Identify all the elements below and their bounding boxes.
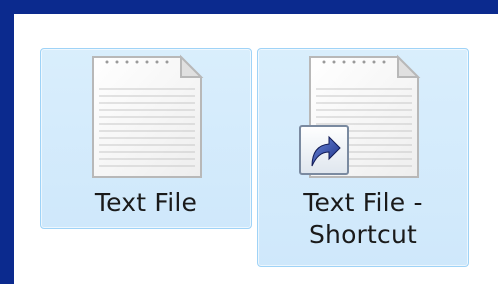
shortcut-arrow-icon <box>299 125 349 175</box>
file-item-text-file-shortcut[interactable]: Text File - Shortcut <box>257 48 469 267</box>
file-item-label: Text File <box>94 188 198 217</box>
file-item-label: Text File - Shortcut <box>258 187 468 251</box>
window-frame: Text File Text File - Shortcut <box>0 0 498 284</box>
file-item-label-line-2: Shortcut <box>308 220 418 249</box>
text-file-icon <box>92 54 204 178</box>
file-item-text-file[interactable]: Text File <box>40 48 252 229</box>
file-view-panel: Text File Text File - Shortcut <box>14 14 498 284</box>
file-item-label-line-1: Text File - <box>303 188 423 217</box>
